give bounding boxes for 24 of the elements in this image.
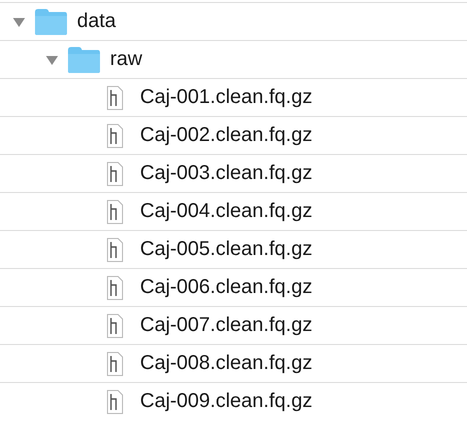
disclosure-triangle-icon[interactable] [12, 16, 26, 28]
document-icon [106, 200, 124, 224]
file-name[interactable]: Caj-001.clean.fq.gz [140, 86, 312, 109]
file-name[interactable]: Caj-009.clean.fq.gz [140, 390, 312, 413]
document-icon [106, 124, 124, 148]
file-name[interactable]: Caj-003.clean.fq.gz [140, 162, 312, 185]
folder-icon [34, 8, 68, 36]
disclosure-triangle-icon[interactable] [45, 54, 59, 66]
document-icon [106, 86, 124, 110]
document-icon [106, 390, 124, 414]
file-name[interactable]: Caj-004.clean.fq.gz [140, 200, 312, 223]
file-name[interactable]: Caj-007.clean.fq.gz [140, 314, 312, 337]
document-icon [106, 352, 124, 376]
file-name[interactable]: Caj-006.clean.fq.gz [140, 276, 312, 299]
folder-icon [67, 46, 101, 74]
document-icon [106, 314, 124, 338]
folder-name[interactable]: raw [110, 48, 142, 71]
file-name[interactable]: Caj-005.clean.fq.gz [140, 238, 312, 261]
file-name[interactable]: Caj-002.clean.fq.gz [140, 124, 312, 147]
folder-name[interactable]: data [77, 10, 116, 33]
document-icon [106, 238, 124, 262]
document-icon [106, 162, 124, 186]
document-icon [106, 276, 124, 300]
file-name[interactable]: Caj-008.clean.fq.gz [140, 352, 312, 375]
